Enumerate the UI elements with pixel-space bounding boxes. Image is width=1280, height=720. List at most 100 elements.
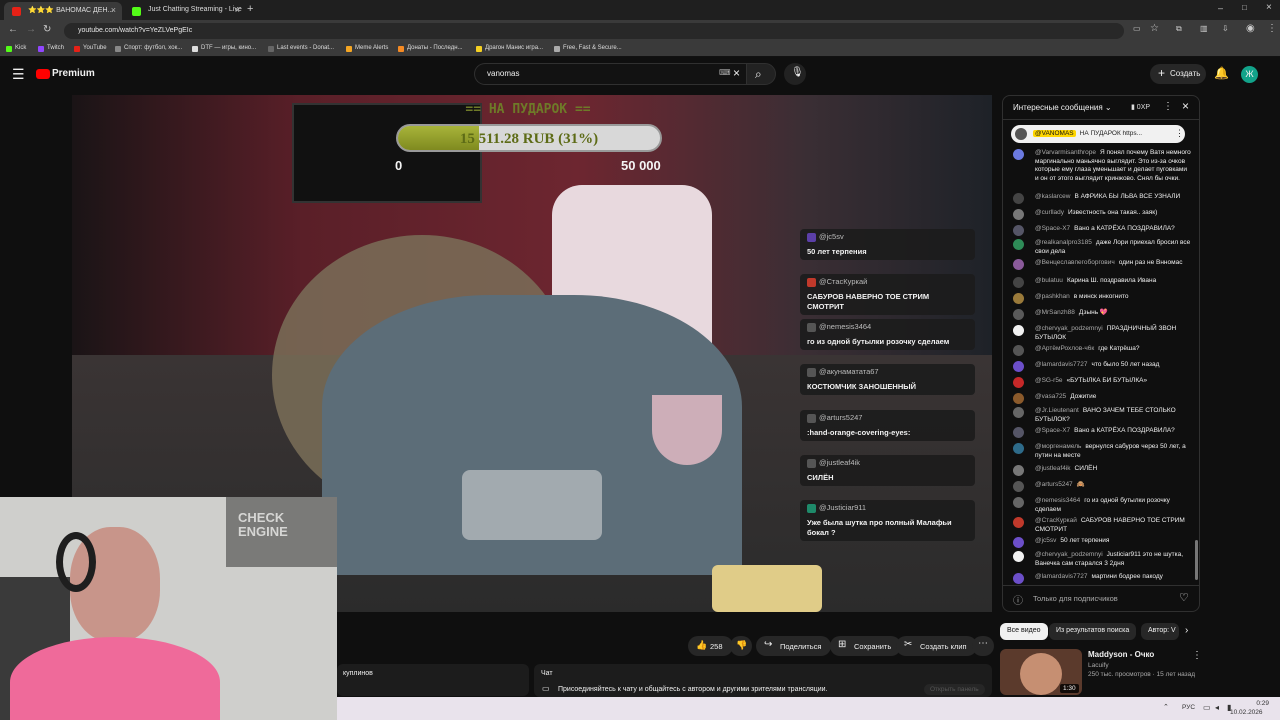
avatar[interactable] bbox=[1013, 149, 1024, 160]
chat-close-icon[interactable]: × bbox=[1182, 99, 1189, 113]
chat-author[interactable]: @lamardavis7727 bbox=[1035, 361, 1088, 368]
avatar[interactable] bbox=[1013, 345, 1024, 356]
chat-author[interactable]: @СтасКуркай bbox=[1035, 517, 1077, 524]
chat-scrollbar[interactable] bbox=[1195, 540, 1198, 580]
volume-icon[interactable]: ◂ bbox=[1215, 703, 1219, 712]
chat-points[interactable]: ▮ 0XP bbox=[1131, 103, 1150, 111]
avatar[interactable] bbox=[1013, 209, 1024, 220]
chat-author[interactable]: @Space-X7 bbox=[1035, 225, 1070, 232]
avatar[interactable] bbox=[1013, 443, 1024, 454]
chat-author[interactable]: @Varvarmisanthrope bbox=[1035, 149, 1096, 156]
chat-author[interactable]: @arturs5247 bbox=[1035, 481, 1073, 488]
avatar[interactable] bbox=[1013, 193, 1024, 204]
keyboard-icon[interactable]: ⌨ bbox=[719, 68, 731, 77]
chat-author[interactable]: @nemesis3464 bbox=[1035, 497, 1080, 504]
chip-all-videos[interactable]: Все видео bbox=[1000, 623, 1048, 640]
avatar[interactable] bbox=[1013, 309, 1024, 320]
chat-author[interactable]: @chervyak_podzemnyi bbox=[1035, 325, 1103, 332]
language-indicator[interactable]: РУС bbox=[1182, 704, 1195, 711]
chat-more-icon[interactable]: ⋮ bbox=[1163, 101, 1173, 112]
chat-author[interactable]: @АртёмРохлов-ч6к bbox=[1035, 345, 1094, 352]
chat-author[interactable]: @pashkhan bbox=[1035, 293, 1070, 300]
chat-author[interactable]: @моргенамель bbox=[1035, 443, 1081, 450]
tab-vanomas[interactable]: ⭐⭐⭐ ВАНОМАС ДЕН... × bbox=[4, 2, 122, 20]
cast-icon[interactable]: ▭ bbox=[1133, 24, 1141, 33]
voice-search-button[interactable]: 🎙 bbox=[784, 63, 806, 85]
avatar[interactable] bbox=[1013, 325, 1024, 336]
bookmark-item[interactable]: Спорт: футбол, хок... bbox=[115, 45, 182, 52]
profile-icon[interactable]: ◉ bbox=[1246, 23, 1255, 34]
avatar[interactable] bbox=[1013, 481, 1024, 492]
browser-menu-icon[interactable]: ⋮ bbox=[1267, 23, 1277, 34]
clock-time[interactable]: 0:29 bbox=[1245, 700, 1269, 707]
avatar[interactable] bbox=[1013, 551, 1024, 562]
avatar[interactable] bbox=[1013, 517, 1024, 528]
downloads-icon[interactable]: ⇩ bbox=[1222, 24, 1229, 33]
sidepanel-icon[interactable]: ▥ bbox=[1200, 24, 1208, 33]
avatar[interactable] bbox=[1013, 225, 1024, 236]
bookmark-item[interactable]: Last events - Donat... bbox=[268, 45, 334, 52]
related-video-more-icon[interactable]: ⋮ bbox=[1192, 650, 1202, 661]
avatar[interactable] bbox=[1013, 407, 1024, 418]
tray-up-icon[interactable]: ⌃ bbox=[1163, 703, 1169, 711]
bookmark-item[interactable]: DTF — игры, кино... bbox=[192, 45, 256, 52]
create-button[interactable]: + Создать bbox=[1150, 64, 1206, 84]
avatar[interactable] bbox=[1013, 573, 1024, 584]
share-button[interactable]: ↪ Поделиться bbox=[756, 636, 832, 656]
pinned-more-icon[interactable]: ⋮ bbox=[1175, 128, 1184, 139]
avatar[interactable] bbox=[1013, 361, 1024, 372]
maximize-icon[interactable]: □ bbox=[1242, 3, 1247, 12]
like-button[interactable]: 👍 258 bbox=[688, 636, 733, 656]
chat-author[interactable]: @SG-r5e bbox=[1035, 377, 1063, 384]
back-icon[interactable]: ← bbox=[8, 24, 18, 35]
search-button[interactable]: ⌕ bbox=[746, 63, 776, 85]
forward-icon[interactable]: → bbox=[26, 24, 36, 35]
close-tab-icon[interactable]: × bbox=[111, 5, 116, 15]
chat-author[interactable]: @Jr.Lieutenant bbox=[1035, 407, 1079, 414]
more-actions-button[interactable]: ⋯ bbox=[972, 636, 994, 656]
chip-search-results[interactable]: Из результатов поиска bbox=[1049, 623, 1137, 640]
chat-author[interactable]: @chervyak_podzemnyi bbox=[1035, 551, 1103, 558]
avatar[interactable] bbox=[1013, 293, 1024, 304]
related-video-thumbnail[interactable]: 1:30 bbox=[1000, 649, 1082, 695]
save-button[interactable]: ⊞ Сохранить bbox=[830, 636, 902, 656]
create-clip-button[interactable]: ✂ Создать клип bbox=[896, 636, 977, 656]
network-icon[interactable]: ▭ bbox=[1203, 703, 1211, 712]
extensions-icon[interactable]: ⧉ bbox=[1176, 24, 1182, 34]
chat-author[interactable]: @vasa725 bbox=[1035, 393, 1066, 400]
account-avatar[interactable]: Ж bbox=[1241, 66, 1258, 83]
chat-author[interactable]: @bulatuu bbox=[1035, 277, 1063, 284]
chevron-right-icon[interactable]: › bbox=[1185, 625, 1188, 636]
avatar[interactable] bbox=[1013, 393, 1024, 404]
avatar[interactable] bbox=[1013, 239, 1024, 250]
avatar[interactable] bbox=[1013, 497, 1024, 508]
clock-date[interactable]: 10.02.2026 bbox=[1230, 709, 1263, 716]
heart-icon[interactable]: ♡ bbox=[1179, 591, 1189, 604]
chat-author[interactable]: @Space-X7 bbox=[1035, 427, 1070, 434]
youtube-premium-logo[interactable]: Premium bbox=[52, 68, 95, 79]
related-video-channel[interactable]: Lacuify bbox=[1088, 662, 1109, 669]
avatar[interactable] bbox=[1013, 427, 1024, 438]
chip-author[interactable]: Автор: V bbox=[1141, 623, 1179, 640]
description-box[interactable]: куплинов bbox=[337, 664, 529, 696]
bookmark-item[interactable]: Драгон Манис игра... bbox=[476, 45, 543, 52]
chat-author[interactable]: @jc5sv bbox=[1035, 537, 1056, 544]
search-input[interactable]: vanomas ⌨ × bbox=[474, 63, 746, 85]
related-video-title[interactable]: Maddyson - Очко bbox=[1088, 650, 1154, 659]
chat-author[interactable]: @Венцеславпегоборгович bbox=[1035, 259, 1115, 266]
bookmark-item[interactable]: Twitch bbox=[38, 45, 64, 52]
minimize-icon[interactable]: – bbox=[1218, 3, 1223, 13]
tab-just-chatting[interactable]: Just Chatting Streaming - Live × bbox=[124, 2, 246, 20]
bookmark-item[interactable]: Донаты - Последн... bbox=[398, 45, 463, 52]
bookmark-item[interactable]: Kick bbox=[6, 45, 26, 52]
pinned-message[interactable]: @VANOMAS НА ПУДАРОК https... ⋮ bbox=[1011, 125, 1185, 143]
youtube-logo-icon[interactable] bbox=[36, 69, 50, 79]
avatar[interactable] bbox=[1013, 277, 1024, 288]
bookmark-item[interactable]: Free, Fast & Secure... bbox=[554, 45, 622, 52]
bookmark-star-icon[interactable]: ☆ bbox=[1150, 23, 1159, 34]
close-tab-icon[interactable]: × bbox=[235, 5, 240, 15]
address-bar[interactable]: youtube.com/watch?v=YeZLVePgEIc bbox=[64, 23, 1124, 39]
bookmark-item[interactable]: Meme Alerts bbox=[346, 45, 388, 52]
avatar[interactable] bbox=[1013, 259, 1024, 270]
chat-author[interactable]: @justleaf4ik bbox=[1035, 465, 1071, 472]
